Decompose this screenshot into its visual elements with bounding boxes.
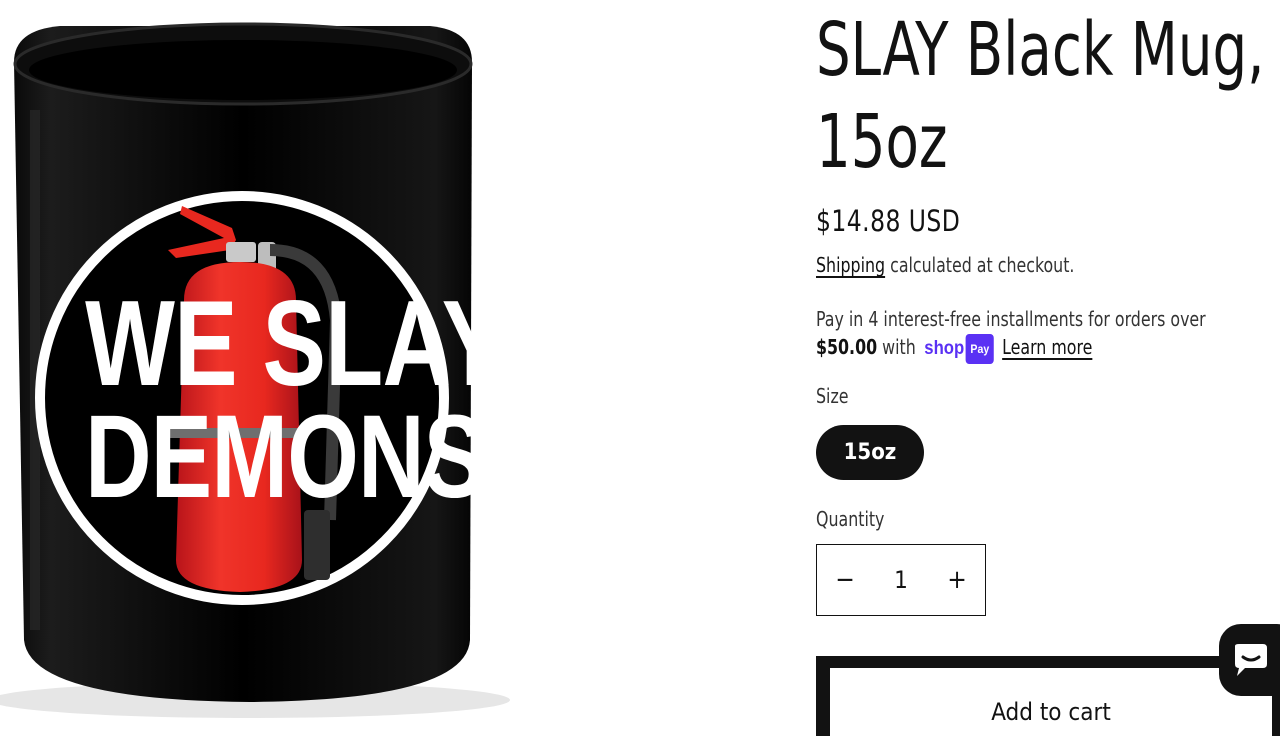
product-title-line1: SLAY Black Mug,	[816, 7, 1265, 93]
installments-with: with	[882, 335, 916, 359]
shop-pay-badge: Pay	[965, 333, 994, 364]
shop-pay-logo: shop Pay	[924, 333, 994, 364]
installments-text: Pay in 4 interest-free installments for …	[816, 307, 1206, 331]
product-title-line2: 15oz	[816, 99, 948, 185]
quantity-label: Quantity	[816, 507, 885, 531]
quantity-decrease-button[interactable]: −	[817, 545, 873, 615]
installments-banner: Pay in 4 interest-free installments for …	[816, 305, 1256, 364]
product-image[interactable]: WE SLAY DEMONS	[0, 0, 760, 720]
add-to-cart-label: Add to cart	[830, 668, 1272, 738]
tax-note-text: calculated at checkout.	[890, 253, 1075, 277]
quantity-increase-button[interactable]: +	[929, 545, 985, 615]
size-option-15oz[interactable]: 15oz	[816, 425, 924, 480]
chat-bubble-icon	[1235, 644, 1267, 676]
mug-print-line1: WE SLAY	[85, 275, 505, 411]
product-price: $14.88 USD	[816, 204, 961, 238]
quantity-stepper: − 1 +	[816, 544, 986, 616]
shipping-link[interactable]: Shipping	[816, 253, 885, 277]
add-to-cart-button[interactable]: Add to cart	[816, 656, 1280, 738]
learn-more-link[interactable]: Learn more	[1002, 335, 1092, 359]
installments-amount: $50.00	[816, 335, 878, 359]
size-label: Size	[816, 384, 849, 408]
shop-pay-brand: shop	[924, 337, 965, 359]
chat-button[interactable]	[1219, 624, 1280, 696]
tax-note: Shipping calculated at checkout.	[816, 253, 1074, 277]
product-title: SLAY Black Mug, 15oz	[816, 4, 1265, 188]
quantity-input[interactable]: 1	[873, 545, 929, 615]
mug-print-line2: DEMONS	[85, 391, 485, 523]
